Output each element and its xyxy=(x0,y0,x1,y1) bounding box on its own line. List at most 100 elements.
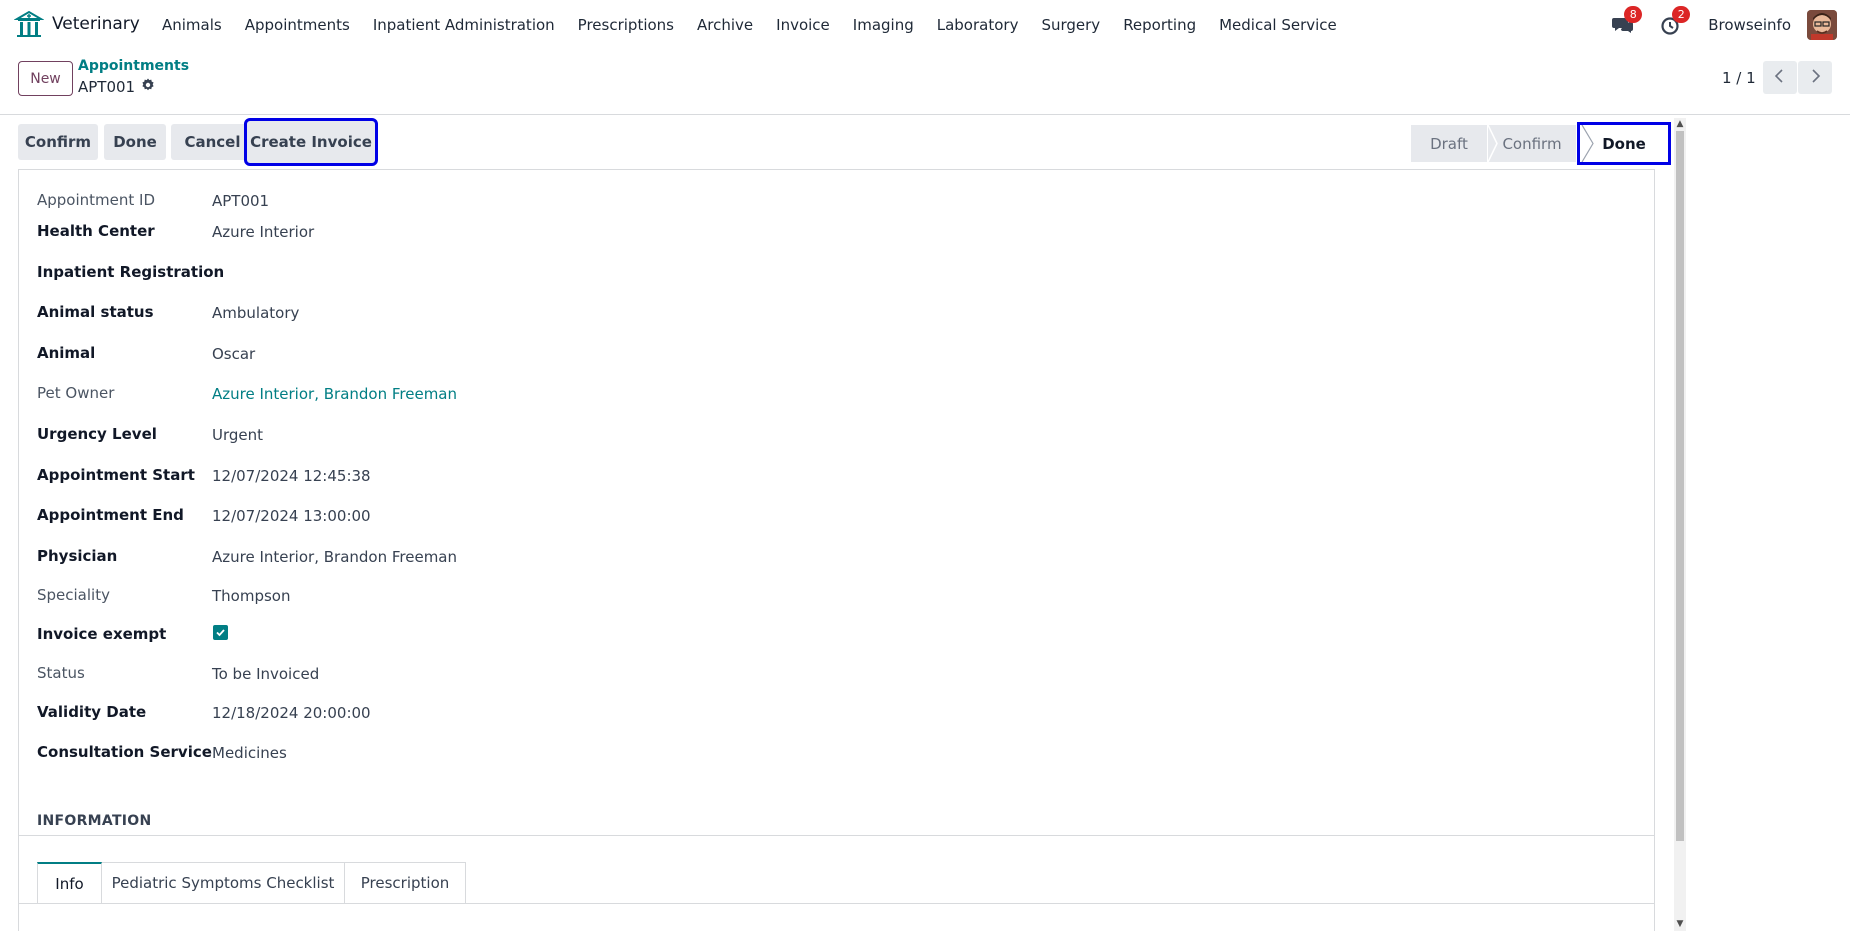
field-label: Appointment ID xyxy=(37,191,156,209)
field-appointment-end: Appointment End 12/07/2024 13:00:00 xyxy=(37,506,937,528)
field-label: Appointment End xyxy=(37,506,184,524)
create-invoice-button[interactable]: Create Invoice xyxy=(244,118,378,166)
chevron-right-icon xyxy=(1809,68,1821,87)
done-button[interactable]: Done xyxy=(104,124,166,160)
menu-item-laboratory[interactable]: Laboratory xyxy=(937,16,1019,34)
field-urgency-level: Urgency Level Urgent xyxy=(37,425,937,447)
menu-item-animals[interactable]: Animals xyxy=(162,16,222,34)
field-consultation-service: Consultation Service Medicines xyxy=(37,743,937,765)
breadcrumb-appointments[interactable]: Appointments xyxy=(78,58,189,74)
stage-confirm[interactable]: Confirm xyxy=(1487,125,1576,162)
field-value[interactable]: Urgent xyxy=(212,426,263,444)
field-physician: Physician Azure Interior, Brandon Freema… xyxy=(37,547,937,569)
record-name: APT001 xyxy=(78,78,136,96)
field-value[interactable]: To be Invoiced xyxy=(212,665,319,683)
control-panel: New Appointments APT001 1 / 1 xyxy=(0,49,1850,115)
pet-owner-link[interactable]: Azure Interior, Brandon Freeman xyxy=(212,385,457,403)
field-validity-date: Validity Date 12/18/2024 20:00:00 xyxy=(37,703,937,725)
field-label: Validity Date xyxy=(37,703,147,721)
field-animal: Animal Oscar xyxy=(37,344,937,366)
scrollbar-thumb[interactable] xyxy=(1676,131,1684,841)
field-status: Status To be Invoiced xyxy=(37,664,937,686)
field-label: Consultation Service xyxy=(37,743,212,761)
field-invoice-exempt: Invoice exempt xyxy=(37,625,937,647)
stage-draft-label: Draft xyxy=(1430,134,1468,153)
menu-item-appointments[interactable]: Appointments xyxy=(245,16,350,34)
stage-confirm-label: Confirm xyxy=(1502,134,1562,153)
field-value[interactable]: Azure Interior, Brandon Freeman xyxy=(212,548,457,566)
menu-item-prescriptions[interactable]: Prescriptions xyxy=(578,16,674,34)
field-label: Status xyxy=(37,664,85,682)
scroll-down-arrow-icon[interactable]: ▼ xyxy=(1674,918,1686,930)
tab-pediatric-symptoms-checklist[interactable]: Pediatric Symptoms Checklist xyxy=(102,862,345,904)
stage-done[interactable]: Done xyxy=(1577,122,1671,165)
field-label: Urgency Level xyxy=(37,425,157,443)
cancel-button[interactable]: Cancel xyxy=(171,124,254,160)
user-avatar[interactable] xyxy=(1807,9,1837,40)
notebook-tabs: Info Pediatric Symptoms Checklist Prescr… xyxy=(37,862,466,904)
systray: 8 2 Browseinfo xyxy=(1612,0,1850,49)
stage-arrow-icon xyxy=(1581,125,1594,162)
form-statusbar: Confirm Done Cancel Create Invoice Draft… xyxy=(18,118,1671,166)
field-label: Health Center xyxy=(37,222,155,240)
chevron-left-icon xyxy=(1774,68,1786,87)
pager-next-button[interactable] xyxy=(1798,61,1832,94)
menu-item-imaging[interactable]: Imaging xyxy=(853,16,914,34)
field-value[interactable]: Thompson xyxy=(212,587,290,605)
messages-icon[interactable]: 8 xyxy=(1612,5,1643,36)
gear-icon[interactable] xyxy=(141,78,155,96)
menu-item-medical-service[interactable]: Medical Service xyxy=(1219,16,1337,34)
stage-done-label: Done xyxy=(1602,134,1646,153)
field-label: Animal status xyxy=(37,303,154,321)
field-value[interactable]: Medicines xyxy=(212,744,287,762)
messages-badge: 8 xyxy=(1624,5,1643,23)
checkmark-icon xyxy=(216,629,225,637)
app-name[interactable]: Veterinary xyxy=(52,14,140,34)
main-menu: Animals Appointments Inpatient Administr… xyxy=(162,0,1360,49)
app-logo-icon[interactable] xyxy=(13,9,45,39)
tab-prescription[interactable]: Prescription xyxy=(345,862,466,904)
field-appointment-id: Appointment ID APT001 xyxy=(37,191,937,213)
field-value[interactable]: 12/07/2024 12:45:38 xyxy=(212,467,371,485)
activities-clock-icon[interactable]: 2 xyxy=(1660,5,1691,36)
stage-arrow-icon xyxy=(1488,125,1498,162)
menu-item-surgery[interactable]: Surgery xyxy=(1041,16,1100,34)
confirm-button[interactable]: Confirm xyxy=(18,124,98,160)
field-value[interactable]: 12/18/2024 20:00:00 xyxy=(212,704,371,722)
scroll-up-arrow-icon[interactable]: ▲ xyxy=(1674,118,1686,130)
field-value[interactable]: Oscar xyxy=(212,345,255,363)
invoice-exempt-checkbox[interactable] xyxy=(213,625,228,640)
field-label: Animal xyxy=(37,344,96,362)
menu-item-archive[interactable]: Archive xyxy=(697,16,753,34)
menu-item-invoice[interactable]: Invoice xyxy=(776,16,830,34)
field-value[interactable]: Azure Interior xyxy=(212,223,314,241)
field-label: Inpatient Registration xyxy=(37,263,225,281)
activities-badge: 2 xyxy=(1672,5,1691,23)
form-view: Confirm Done Cancel Create Invoice Draft… xyxy=(0,116,1690,931)
company-switcher[interactable]: Browseinfo xyxy=(1708,16,1791,34)
menu-item-reporting[interactable]: Reporting xyxy=(1123,16,1196,34)
pager-previous-button[interactable] xyxy=(1763,61,1797,94)
field-value[interactable]: 12/07/2024 13:00:00 xyxy=(212,507,371,525)
new-button[interactable]: New xyxy=(18,61,73,96)
field-label: Invoice exempt xyxy=(37,625,167,643)
stage-draft[interactable]: Draft xyxy=(1411,125,1487,162)
section-divider xyxy=(19,835,1654,836)
tab-info[interactable]: Info xyxy=(37,862,102,904)
field-value[interactable]: APT001 xyxy=(212,192,269,210)
section-title-information: INFORMATION xyxy=(37,813,152,829)
breadcrumb-current: APT001 xyxy=(78,78,155,96)
field-label: Speciality xyxy=(37,586,110,604)
field-value[interactable]: Ambulatory xyxy=(212,304,299,322)
menu-item-inpatient-administration[interactable]: Inpatient Administration xyxy=(373,16,555,34)
pager-value[interactable]: 1 / 1 xyxy=(1722,69,1756,87)
field-label: Pet Owner xyxy=(37,384,115,402)
tabs-divider xyxy=(19,903,1654,904)
status-stages: Draft Confirm Done xyxy=(1411,122,1671,165)
field-inpatient-registration: Inpatient Registration xyxy=(37,263,937,285)
field-animal-status: Animal status Ambulatory xyxy=(37,303,937,325)
field-label: Physician xyxy=(37,547,118,565)
field-appointment-start: Appointment Start 12/07/2024 12:45:38 xyxy=(37,466,937,488)
form-sheet: Appointment ID APT001 Health Center Azur… xyxy=(18,169,1655,931)
field-health-center: Health Center Azure Interior xyxy=(37,222,937,244)
